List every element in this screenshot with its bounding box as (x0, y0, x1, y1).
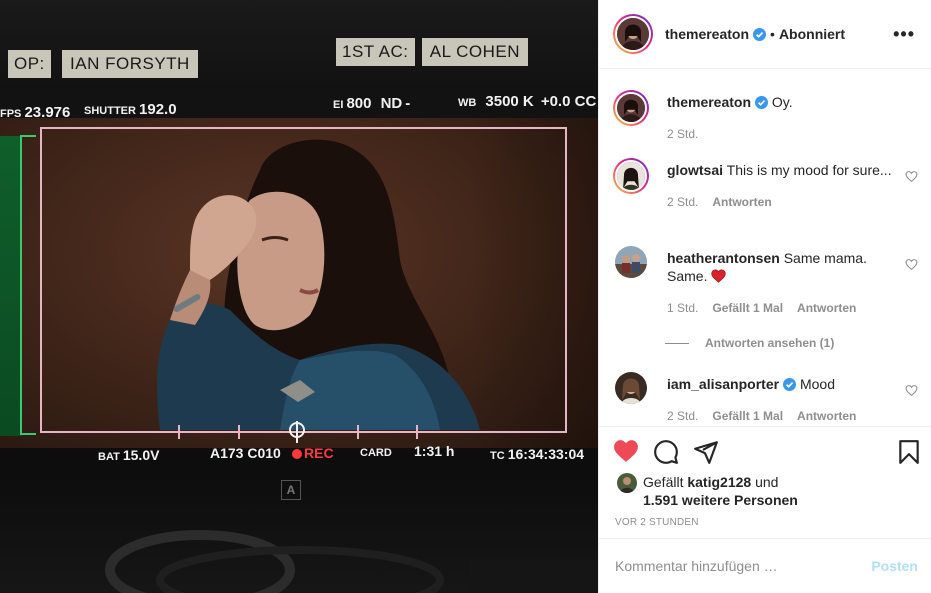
frame-guide-green (20, 135, 36, 435)
comment-time[interactable]: 2 Std. (667, 407, 698, 425)
avatar[interactable] (615, 372, 647, 404)
post-comment-button[interactable]: Posten (871, 558, 918, 574)
osd-rec: REC (292, 445, 334, 461)
comment-time[interactable]: 1 Std. (667, 299, 698, 317)
comment-username[interactable]: iam_alisanporter (667, 376, 779, 392)
author-username[interactable]: themereaton (665, 26, 749, 42)
like-heart-filled-icon[interactable] (613, 439, 639, 463)
tape-label-ac: 1ST AC: AL COHEN (336, 38, 529, 66)
divider-line (665, 342, 689, 344)
view-replies-button[interactable]: Antworten ansehen (1) (665, 336, 834, 350)
avatar[interactable] (613, 90, 649, 126)
comment-item: glowtsai This is my mood for sure... 2 S… (613, 158, 918, 211)
osd-shutter: SHUTTER 192.0 (84, 101, 177, 118)
comment-text: Oy. (771, 94, 793, 110)
post-sidebar: themereaton • Abonniert ••• themereaton … (598, 0, 931, 593)
osd-wb: WB 3500 K +0.0 CC (458, 93, 597, 110)
comment-likes[interactable]: Gefällt 1 Mal (712, 299, 783, 317)
tape-name-operator: IAN FORSYTH (62, 50, 198, 78)
osd-battery: BAT 15.0V (98, 447, 160, 463)
osd-card-value: 1:31 h (414, 443, 455, 459)
comment-time[interactable]: 2 Std. (667, 125, 698, 143)
heart-outline-icon[interactable] (905, 384, 918, 397)
more-horizontal-icon[interactable]: ••• (893, 24, 915, 45)
liker-avatar[interactable] (617, 473, 637, 493)
frame-guide-pink (40, 127, 567, 433)
share-icon[interactable] (693, 439, 719, 465)
comment-time[interactable]: 2 Std. (667, 193, 698, 211)
view-replies-label: Antworten ansehen (1) (705, 336, 835, 350)
comment-item: iam_alisanporter Mood 2 Std. Gefällt 1 M… (613, 372, 918, 425)
reply-button[interactable]: Antworten (797, 407, 856, 425)
center-marker-icon (289, 421, 305, 443)
verified-badge-icon (755, 96, 769, 109)
reply-button[interactable]: Antworten (797, 299, 856, 317)
verified-badge-icon (753, 27, 767, 41)
likes-middle: und (755, 474, 779, 490)
add-comment-bar: Posten (599, 538, 931, 593)
comment-icon[interactable] (653, 439, 679, 465)
comment-username[interactable]: themereaton (667, 94, 751, 110)
osd-clip: A173 C010 (210, 445, 281, 461)
likes-summary: Gefällt katig2128 und 1.591 weitere Pers… (617, 473, 798, 509)
heart-outline-icon[interactable] (905, 170, 918, 183)
caption: themereaton Oy. 2 Std. (613, 90, 918, 143)
post-header: themereaton • Abonniert ••• (599, 0, 931, 69)
comment-username[interactable]: heatherantonsen (667, 250, 780, 266)
tape-name-ac: AL COHEN (421, 38, 529, 66)
comment-username[interactable]: glowtsai (667, 162, 723, 178)
action-icon-row (613, 439, 922, 467)
comment-item: heatherantonsen Same mama. Same. 1 Std. … (613, 246, 918, 317)
comments-list: themereaton Oy. 2 Std. glowtsai This is … (599, 70, 931, 426)
likes-prefix: Gefällt (643, 474, 684, 490)
post-timestamp[interactable]: VOR 2 STUNDEN (615, 517, 699, 528)
tape-prefix-ac: 1ST AC: (336, 38, 415, 66)
tape-prefix-operator: OP: (8, 50, 51, 78)
follow-state-button[interactable]: Abonniert (779, 26, 845, 42)
post-photo[interactable]: OP: IAN FORSYTH 1ST AC: AL COHEN FPS 23.… (0, 0, 598, 593)
red-heart-emoji-icon (711, 269, 727, 283)
comment-likes[interactable]: Gefällt 1 Mal (712, 407, 783, 425)
camera-letter: A (281, 480, 301, 500)
author-avatar[interactable] (613, 14, 653, 54)
avatar[interactable] (615, 246, 647, 278)
comment-text: Mood (799, 376, 835, 392)
post-actions: Gefällt katig2128 und 1.591 weitere Pers… (599, 426, 931, 538)
equipment-shapes (105, 530, 598, 593)
comment-input[interactable] (615, 558, 872, 574)
osd-card-label: CARD (360, 447, 392, 459)
tape-label-operator: OP: IAN FORSYTH (8, 50, 198, 78)
comment-text: This is my mood for sure... (726, 162, 892, 178)
liker-username[interactable]: katig2128 (687, 474, 751, 490)
osd-timecode: TC 16:34:33:04 (490, 446, 585, 462)
verified-badge-icon (783, 378, 797, 391)
heart-outline-icon[interactable] (905, 258, 918, 271)
reply-button[interactable]: Antworten (712, 193, 771, 211)
avatar[interactable] (613, 158, 649, 194)
separator: • (770, 26, 775, 42)
save-bookmark-icon[interactable] (898, 439, 920, 465)
record-dot-icon (292, 449, 302, 459)
likes-count[interactable]: 1.591 weitere Personen (643, 492, 798, 508)
osd-ei: EI 800 ND - (333, 95, 411, 112)
